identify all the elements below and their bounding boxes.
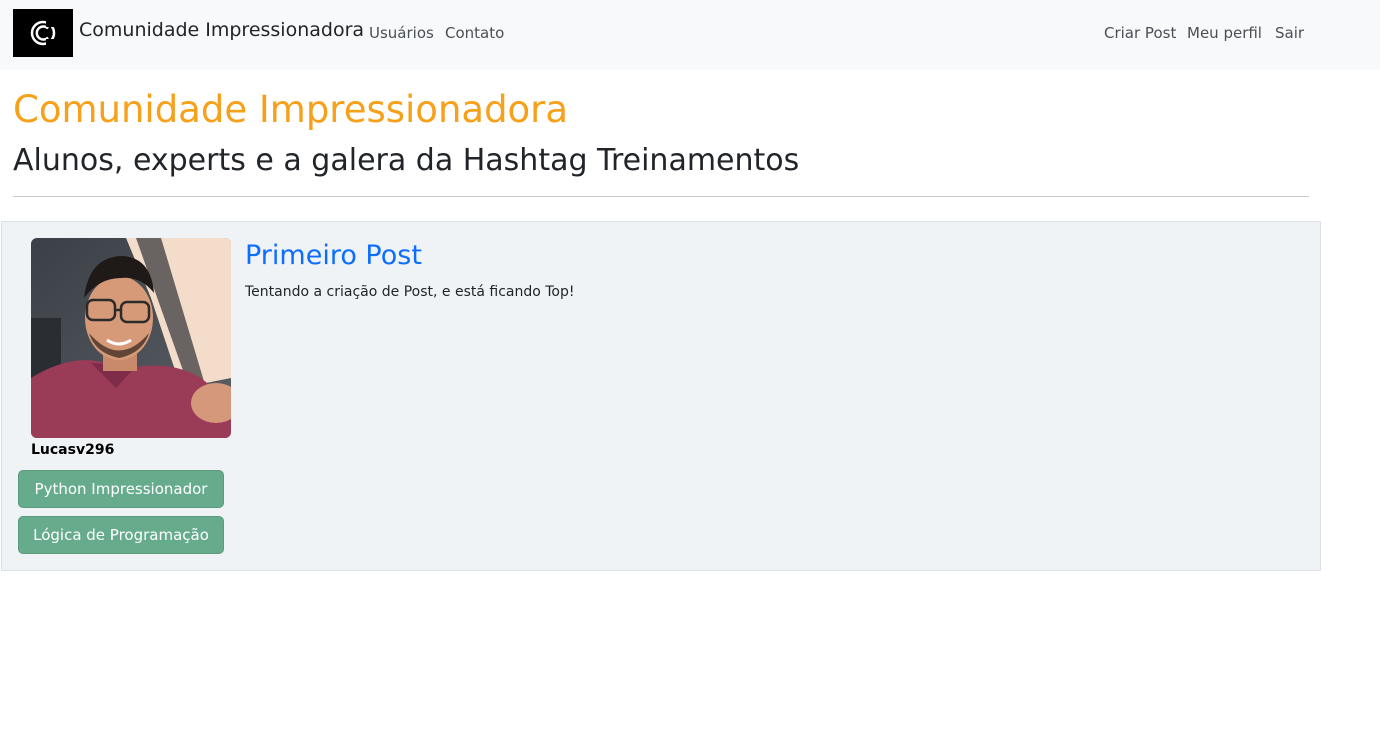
author-username[interactable]: Lucasv296	[31, 442, 114, 458]
post-card: Lucasv296 Python Impressionador Lógica d…	[1, 221, 1321, 571]
header-divider	[13, 196, 1309, 197]
course-tag-button[interactable]: Python Impressionador	[18, 470, 224, 508]
brand-link[interactable]: Comunidade Impressionadora	[79, 19, 364, 41]
logo-icon[interactable]	[13, 9, 73, 57]
nav-link-usuarios[interactable]: Usuários	[369, 24, 434, 42]
nav-link-meu-perfil[interactable]: Meu perfil	[1187, 24, 1262, 42]
post-title[interactable]: Primeiro Post	[245, 240, 422, 271]
avatar	[31, 238, 231, 438]
page-title: Comunidade Impressionadora	[13, 88, 569, 131]
page-subtitle: Alunos, experts e a galera da Hashtag Tr…	[13, 143, 800, 178]
nav-link-sair[interactable]: Sair	[1275, 24, 1304, 42]
post-body: Tentando a criação de Post, e está fican…	[245, 284, 575, 300]
nav-link-criar-post[interactable]: Criar Post	[1104, 24, 1176, 42]
course-tag-button[interactable]: Lógica de Programação	[18, 516, 224, 554]
nav-link-contato[interactable]: Contato	[445, 24, 504, 42]
navbar: Comunidade Impressionadora Usuários Cont…	[0, 0, 1380, 70]
